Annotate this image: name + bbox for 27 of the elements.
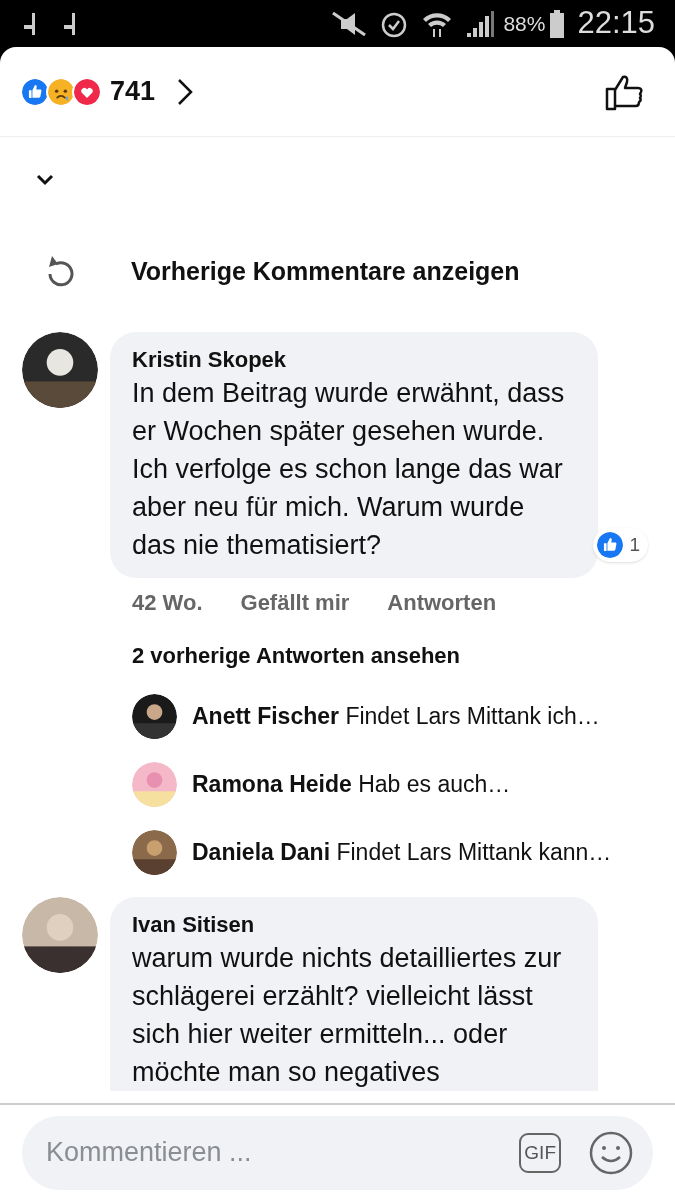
like-reaction-icon	[20, 76, 50, 107]
emoji-icon[interactable]	[589, 1130, 633, 1175]
reply-link[interactable]: Antworten	[387, 586, 497, 619]
comment-author[interactable]: Ivan Sitisen	[132, 911, 576, 939]
comment-author[interactable]: Kristin Skopek	[132, 346, 576, 374]
battery-percentage: 88%	[503, 10, 546, 37]
reply-preview[interactable]: Anett Fischer Findet Lars Mittank ich…	[192, 699, 600, 734]
like-reaction-icon	[595, 530, 626, 560]
comment-input[interactable]: Kommentieren ... GIF	[22, 1115, 653, 1190]
reaction-badge[interactable]: 1	[593, 528, 648, 562]
love-reaction-icon	[72, 76, 102, 107]
gif-button[interactable]: GIF	[519, 1132, 561, 1173]
reply-preview[interactable]: Daniela Dani Findet Lars Mittank kann…	[192, 835, 612, 870]
battery-icon	[549, 8, 566, 39]
like-link[interactable]: Gefällt mir	[240, 586, 350, 619]
clock-time: 22:15	[577, 4, 655, 43]
comment-text: warum wurde nichts detailliertes zur schlägerei erzählt? vielleicht lässt sich hier weiter ermitteln... oder möchte man so negatives	[132, 942, 563, 1089]
reaction-count[interactable]: 741	[110, 71, 156, 112]
reply-preview[interactable]: Ramona Heide Hab es auch…	[192, 767, 511, 802]
like-icon[interactable]	[605, 72, 645, 111]
more-replies-link[interactable]: 2 vorherige Antworten ansehen	[132, 639, 612, 672]
collapse-chevron-icon[interactable]	[35, 173, 55, 187]
previous-comments-link[interactable]: Vorherige Kommentare anzeigen	[131, 253, 520, 291]
comment-time: 42 Wo.	[132, 589, 203, 617]
sad-reaction-icon	[46, 76, 76, 107]
comment-text: In dem Beitrag wurde erwähnt, dass er Wochen später gesehen wurde. Ich verfolge es schon lange das war aber neu für mich. Warum wurde das nie thematisiert?	[132, 377, 566, 562]
signal-icon	[465, 8, 496, 39]
